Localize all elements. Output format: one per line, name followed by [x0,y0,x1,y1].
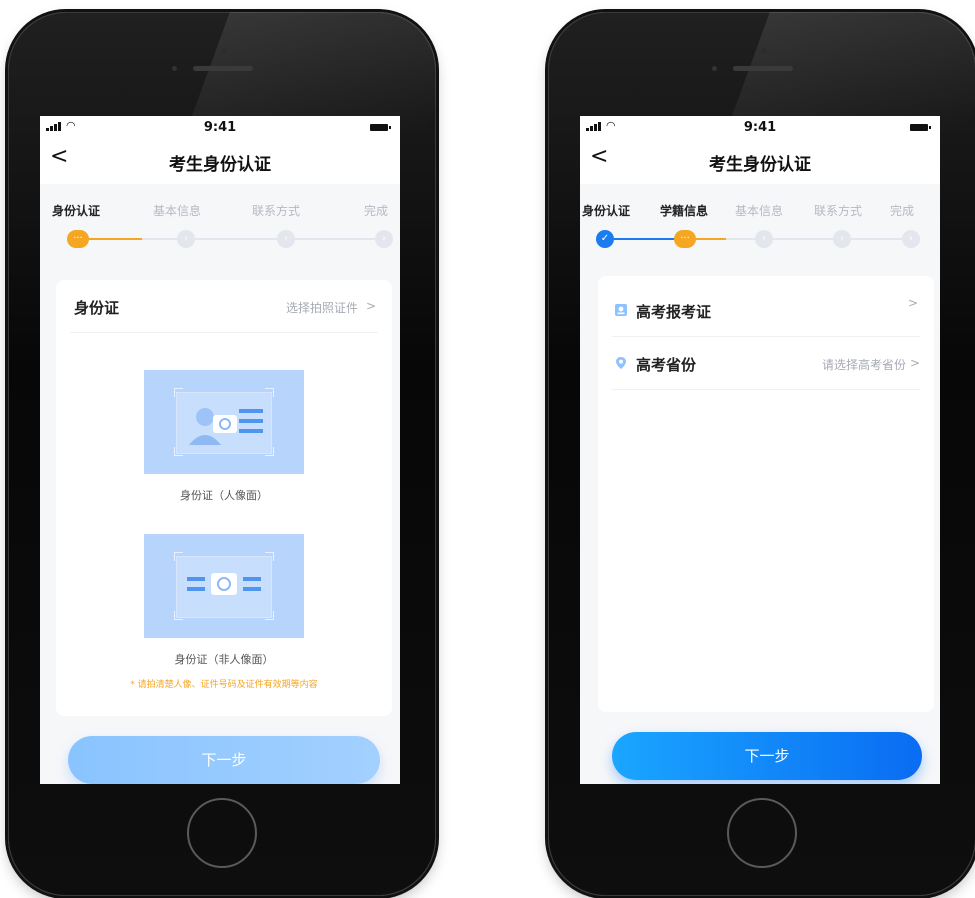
id-card-panel: 身份证 选择拍照证件 > 身份证（人像面） 身份证（非人像面） * 请拍清楚人像… [56,280,392,716]
home-button[interactable] [727,798,797,868]
id-back-caption: 身份证（非人像面） [174,653,274,666]
step-label-school: 学籍信息 [660,204,709,218]
province-value: 请选择高考省份 [821,358,906,372]
exam-ticket-label: 高考报考证 [636,303,712,321]
front-camera [761,48,767,54]
chevron-right-icon: > [365,299,376,313]
id-front-placeholder [176,392,272,454]
step-dot-current: ··· [674,230,696,248]
info-panel: 高考报考证 > 高考省份 请选择高考省份 > [598,276,934,712]
battery-icon [370,124,391,131]
id-back-upload[interactable] [144,534,304,638]
status-time: 9:41 [203,120,237,135]
id-front-upload[interactable] [144,370,304,474]
step-dot-current: ··· [67,230,89,248]
step-label-contact: 联系方式 [252,204,301,218]
id-back-placeholder [176,556,272,618]
earpiece-speaker [733,66,793,71]
nav-bar: < 考生身份认证 [580,138,940,184]
earpiece-speaker [193,66,253,71]
status-time: 9:41 [743,120,777,135]
chevron-right-icon: > [909,356,920,370]
chevron-right-icon: > [907,296,918,310]
photo-tip: * 请拍清楚人像、证件号码及证件有效期等内容 [130,680,318,690]
page-title: 考生身份认证 [709,155,811,175]
nav-bar: < 考生身份认证 [40,138,400,184]
step-label-basic: 基本信息 [735,204,784,218]
sensor [712,66,717,71]
battery-icon [910,124,931,131]
id-front-caption: 身份证（人像面） [180,489,268,502]
next-button[interactable]: 下一步 [68,736,380,784]
status-bar: ◠ 9:41 [40,116,400,138]
camera-lines-icon [187,573,261,595]
screen-left: ◠ 9:41 < 考生身份认证 身份认证 基本信息 联系方式 完成 ··· › … [40,116,400,784]
step-indicator: 身份认证 学籍信息 基本信息 联系方式 完成 ✓ ··· › › › [580,184,940,254]
step-label-done: 完成 [890,204,915,218]
admission-ticket-icon [615,304,627,316]
step-label-basic: 基本信息 [153,204,202,218]
step-label-contact: 联系方式 [814,204,863,218]
exam-ticket-row[interactable]: 高考报考证 > [612,284,920,337]
step-dot: › [755,230,773,248]
province-label: 高考省份 [636,356,697,374]
id-type-value: 选择拍照证件 [285,301,358,315]
phone-right: ◠ 9:41 < 考生身份认证 身份认证 学籍信息 基本信息 联系方式 完成 ✓… [548,12,975,896]
step-dot: › [177,230,195,248]
sensor [172,66,177,71]
step-label-identity: 身份认证 [52,204,101,218]
step-dot-done: ✓ [596,230,614,248]
id-type-row[interactable]: 身份证 选择拍照证件 > [70,280,378,333]
step-label-identity: 身份认证 [582,204,631,218]
id-type-label: 身份证 [74,299,120,317]
front-camera [221,48,227,54]
glass-reflection [186,12,436,132]
step-dot: › [833,230,851,248]
home-button[interactable] [187,798,257,868]
page-title: 考生身份认证 [169,155,271,175]
step-dot: › [375,230,393,248]
screen-right: ◠ 9:41 < 考生身份认证 身份认证 学籍信息 基本信息 联系方式 完成 ✓… [580,116,940,784]
step-dot: › [277,230,295,248]
next-button[interactable]: 下一步 [612,732,922,780]
step-label-done: 完成 [364,204,389,218]
province-row[interactable]: 高考省份 请选择高考省份 > [612,337,920,390]
glass-reflection [726,12,975,132]
status-bar: ◠ 9:41 [580,116,940,138]
step-indicator: 身份认证 基本信息 联系方式 完成 ··· › › › [40,184,400,254]
location-pin-icon [616,357,626,369]
step-dot: › [902,230,920,248]
portrait-camera-icon [189,408,263,445]
phone-left: ◠ 9:41 < 考生身份认证 身份认证 基本信息 联系方式 完成 ··· › … [8,12,436,896]
